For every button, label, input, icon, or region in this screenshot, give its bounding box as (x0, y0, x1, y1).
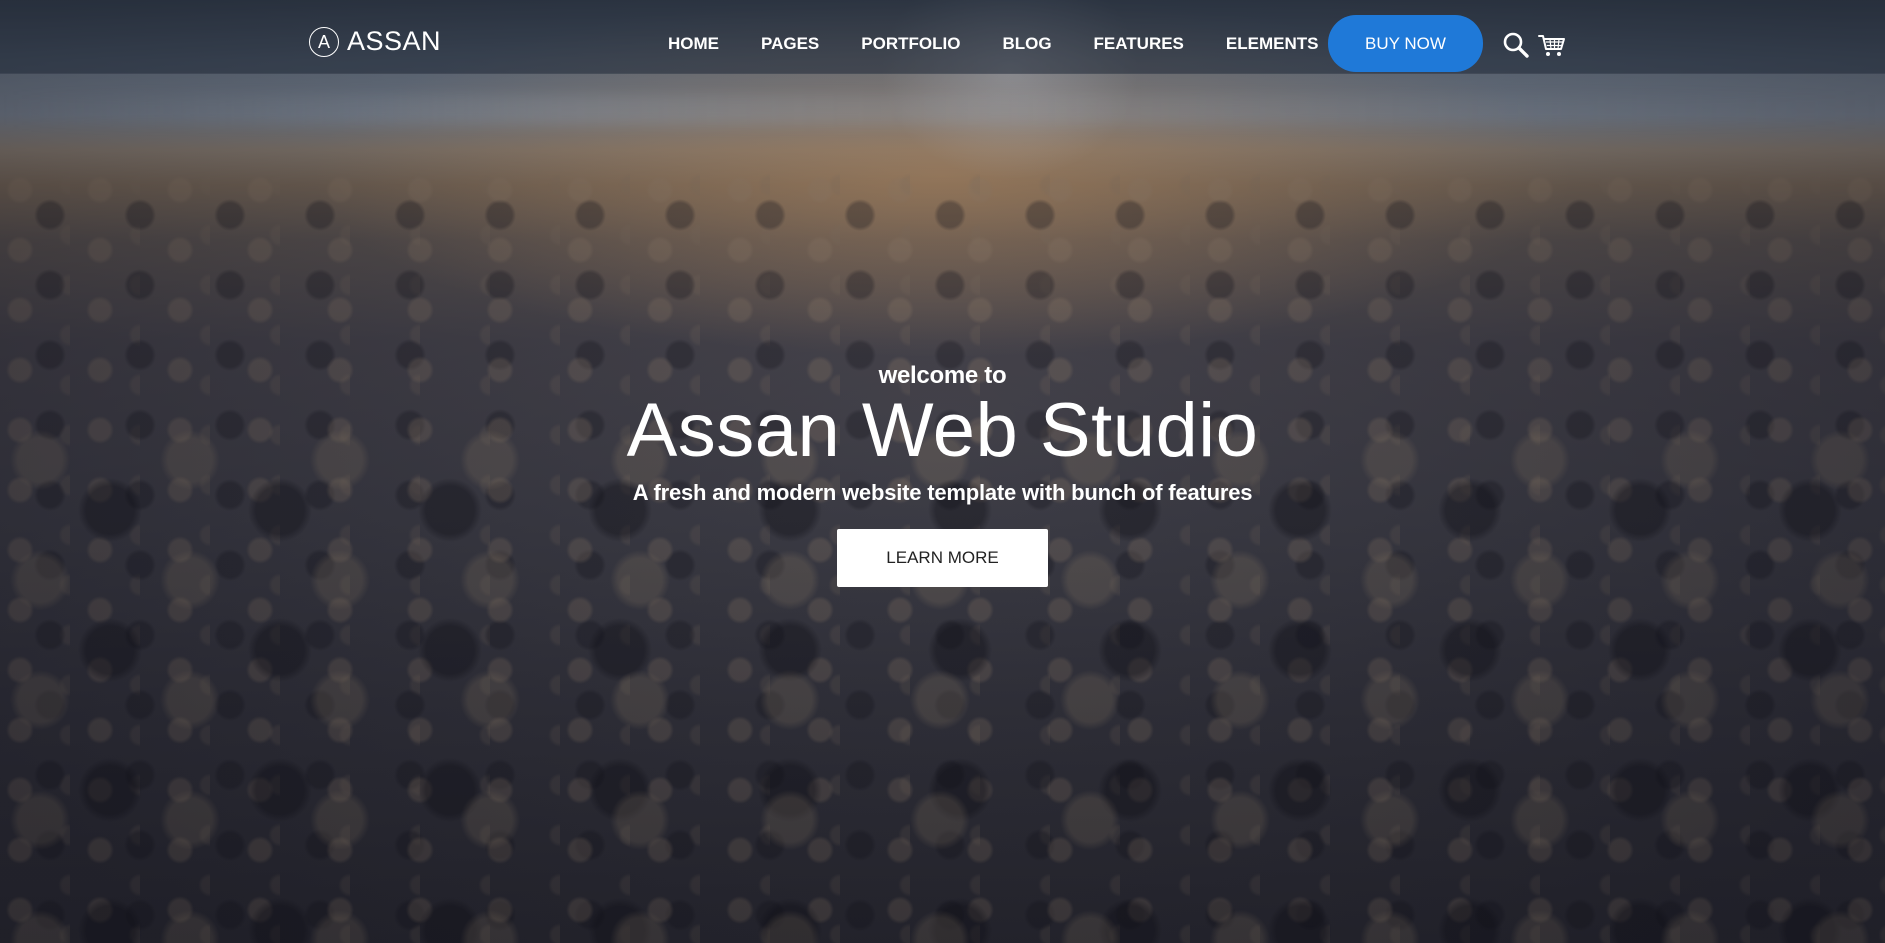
main-menu: HOME PAGES PORTFOLIO BLOG FEATURES ELEME… (668, 0, 1318, 88)
nav-item-pages[interactable]: PAGES (761, 34, 819, 54)
nav-item-blog[interactable]: BLOG (1002, 34, 1051, 54)
learn-more-button[interactable]: LEARN MORE (837, 529, 1048, 587)
site-logo[interactable]: A ASSAN (309, 26, 441, 57)
hero-eyebrow: welcome to (878, 362, 1007, 389)
nav-item-home[interactable]: HOME (668, 34, 719, 54)
buy-now-button[interactable]: BUY NOW (1328, 15, 1483, 72)
search-icon[interactable] (1501, 30, 1531, 60)
hero-title: Assan Web Studio (626, 388, 1259, 473)
cart-icon[interactable] (1537, 30, 1567, 60)
hero-subtitle: A fresh and modern website template with… (632, 480, 1253, 505)
nav-item-features[interactable]: FEATURES (1094, 34, 1184, 54)
nav-item-elements[interactable]: ELEMENTS (1226, 34, 1319, 54)
logo-text: ASSAN (347, 26, 442, 56)
logo-mark: A (309, 26, 339, 57)
nav-item-portfolio[interactable]: PORTFOLIO (861, 34, 960, 54)
top-navbar: A ASSAN HOME PAGES PORTFOLIO BLOG FEATUR… (0, 0, 1885, 74)
